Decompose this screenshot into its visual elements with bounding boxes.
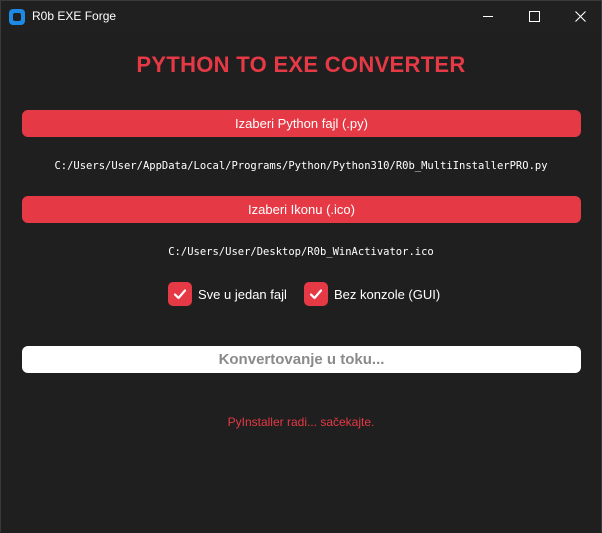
checkmark-icon: [309, 289, 323, 300]
noconsole-label: Bez konzole (GUI): [334, 286, 441, 302]
main-content: PYTHON TO EXE CONVERTER Izaberi Python f…: [1, 32, 601, 533]
onefile-checkbox[interactable]: Sve u jedan fajl: [168, 282, 287, 306]
status-text: PyInstaller radi... sačekajte.: [227, 415, 375, 429]
maximize-button[interactable]: [511, 1, 557, 32]
options-row: Sve u jedan fajl Bez konzole (GUI): [1, 282, 601, 306]
window-title: R0b EXE Forge: [32, 9, 117, 23]
minimize-icon: [483, 16, 493, 17]
select-icon-button[interactable]: Izaberi Ikonu (.ico): [22, 196, 581, 223]
checkbox-box[interactable]: [168, 282, 192, 306]
page-title: PYTHON TO EXE CONVERTER: [136, 52, 466, 77]
convert-button[interactable]: Konvertovanje u toku...: [22, 346, 581, 373]
app-icon: [9, 9, 25, 25]
title-bar: R0b EXE Forge: [1, 1, 601, 32]
app-window: R0b EXE Forge PYTHON TO EXE CONVERTER Iz…: [0, 0, 602, 533]
python-file-path: C:/Users/User/AppData/Local/Programs/Pyt…: [54, 160, 548, 172]
select-python-file-button[interactable]: Izaberi Python fajl (.py): [22, 110, 581, 137]
maximize-icon: [528, 11, 540, 22]
checkbox-box[interactable]: [304, 282, 328, 306]
noconsole-checkbox[interactable]: Bez konzole (GUI): [304, 282, 440, 306]
icon-file-path: C:/Users/User/Desktop/R0b_WinActivator.i…: [168, 246, 434, 258]
close-icon: [574, 11, 586, 22]
checkmark-icon: [173, 289, 187, 300]
onefile-label: Sve u jedan fajl: [198, 286, 287, 302]
close-button[interactable]: [557, 1, 602, 32]
minimize-button[interactable]: [465, 1, 511, 32]
